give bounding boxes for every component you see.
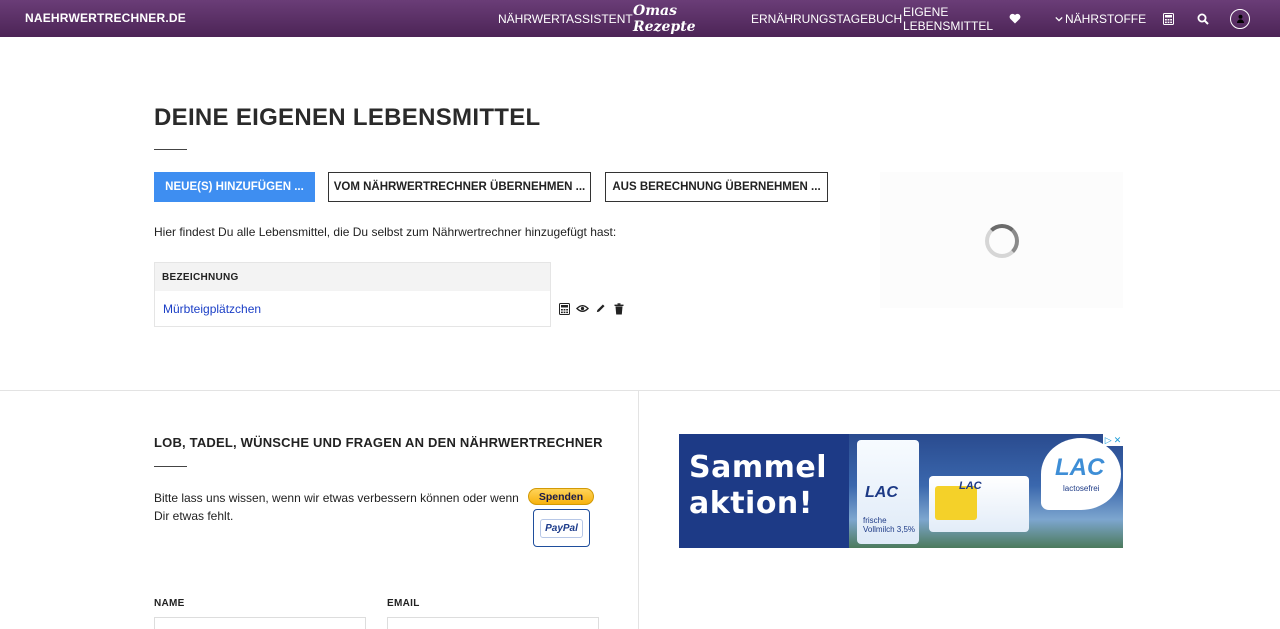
nav-ernaehrungstagebuch[interactable]: ERNÄHRUNGSTAGEBUCH xyxy=(751,0,902,37)
section-divider xyxy=(0,390,1280,391)
ad-choices[interactable]: ▷ ✕ xyxy=(1103,434,1123,446)
feedback-text: Bitte lass uns wissen, wenn wir etwas ve… xyxy=(154,491,519,523)
brand-logo: LAC xyxy=(1055,454,1105,481)
user-icon xyxy=(1230,8,1250,29)
food-link[interactable]: Mürbteigplätzchen xyxy=(163,302,261,316)
ad-headline-line2: aktion! xyxy=(689,486,813,521)
nav-eigene-lebensmittel-label: EIGENE LEBENSMITTEL xyxy=(903,4,994,33)
intro-text: Hier findest Du alle Lebensmittel, die D… xyxy=(154,225,617,239)
ad-headline: Sammel aktion! xyxy=(689,450,827,522)
paypal-button[interactable]: PayPal xyxy=(533,509,590,547)
chevron-down-icon xyxy=(1055,11,1063,27)
add-new-button[interactable]: NEUE(S) HINZUFÜGEN ... xyxy=(154,172,315,202)
nav-naehrstoffe-label: NÄHRSTOFFE xyxy=(1065,11,1147,26)
name-field[interactable] xyxy=(154,617,366,629)
nav-eigene-lebensmittel[interactable]: EIGENE LEBENSMITTEL xyxy=(903,0,1021,37)
feedback-divider xyxy=(154,466,187,467)
foods-table: BEZEICHNUNG Mürbteigplätzchen xyxy=(154,262,551,327)
heart-icon xyxy=(1009,11,1021,27)
adchoices-icon: ▷ xyxy=(1104,435,1112,445)
quark-cup-image: LAC xyxy=(929,476,1029,532)
brand-bubble: LAC lactosefrei xyxy=(1041,438,1121,510)
trash-icon[interactable] xyxy=(612,302,625,315)
milk-carton-image: LAC frische Vollmilch 3,5% xyxy=(857,440,919,544)
donate-button[interactable]: Spenden xyxy=(528,488,594,505)
nav-user[interactable] xyxy=(1230,0,1252,37)
advertisement-banner[interactable]: Sammel aktion! LAC frische Vollmilch 3,5… xyxy=(679,434,1123,548)
paypal-logo: PayPal xyxy=(540,518,583,538)
ad-headline-line1: Sammel xyxy=(689,450,827,485)
close-icon: ✕ xyxy=(1113,435,1122,445)
name-label: NAME xyxy=(154,598,185,609)
site-brand[interactable]: NAEHRWERTRECHNER.DE xyxy=(25,11,186,25)
calculator-icon[interactable] xyxy=(558,302,571,315)
title-divider xyxy=(154,149,187,150)
email-field[interactable] xyxy=(387,617,599,629)
column-divider xyxy=(638,391,639,629)
top-navigation: NAEHRWERTRECHNER.DE NÄHRWERTASSISTENT Om… xyxy=(0,0,1280,37)
calculator-icon xyxy=(1160,11,1176,27)
carton-text: frische Vollmilch 3,5% xyxy=(863,516,916,534)
pencil-icon[interactable] xyxy=(594,302,607,315)
email-label: EMAIL xyxy=(387,598,420,609)
carton-logo: LAC xyxy=(865,484,898,501)
loading-spinner xyxy=(985,224,1019,258)
table-row: Mürbteigplätzchen xyxy=(155,291,550,326)
row-actions xyxy=(558,302,625,315)
brand-subtitle: lactosefrei xyxy=(1063,484,1100,493)
page-title: DEINE EIGENEN LEBENSMITTEL xyxy=(154,104,541,131)
nav-naehrstoffe[interactable]: NÄHRSTOFFE xyxy=(1055,0,1147,37)
nav-omas-rezepte[interactable]: Omas Rezepte xyxy=(633,0,733,37)
nav-search[interactable] xyxy=(1195,0,1211,37)
table-header: BEZEICHNUNG xyxy=(155,263,550,291)
search-icon xyxy=(1195,11,1211,27)
import-from-calculation-button[interactable]: AUS BERECHNUNG ÜBERNEHMEN ... xyxy=(605,172,828,202)
import-from-calculator-button[interactable]: VOM NÄHRWERTRECHNER ÜBERNEHMEN ... xyxy=(328,172,591,202)
feedback-title: LOB, TADEL, WÜNSCHE UND FRAGEN AN DEN NÄ… xyxy=(154,435,603,450)
cup-logo: LAC xyxy=(959,480,982,492)
nav-calculator[interactable] xyxy=(1160,0,1176,37)
eye-icon[interactable] xyxy=(576,302,589,315)
nav-naehrwertassistent[interactable]: NÄHRWERTASSISTENT xyxy=(498,0,633,37)
